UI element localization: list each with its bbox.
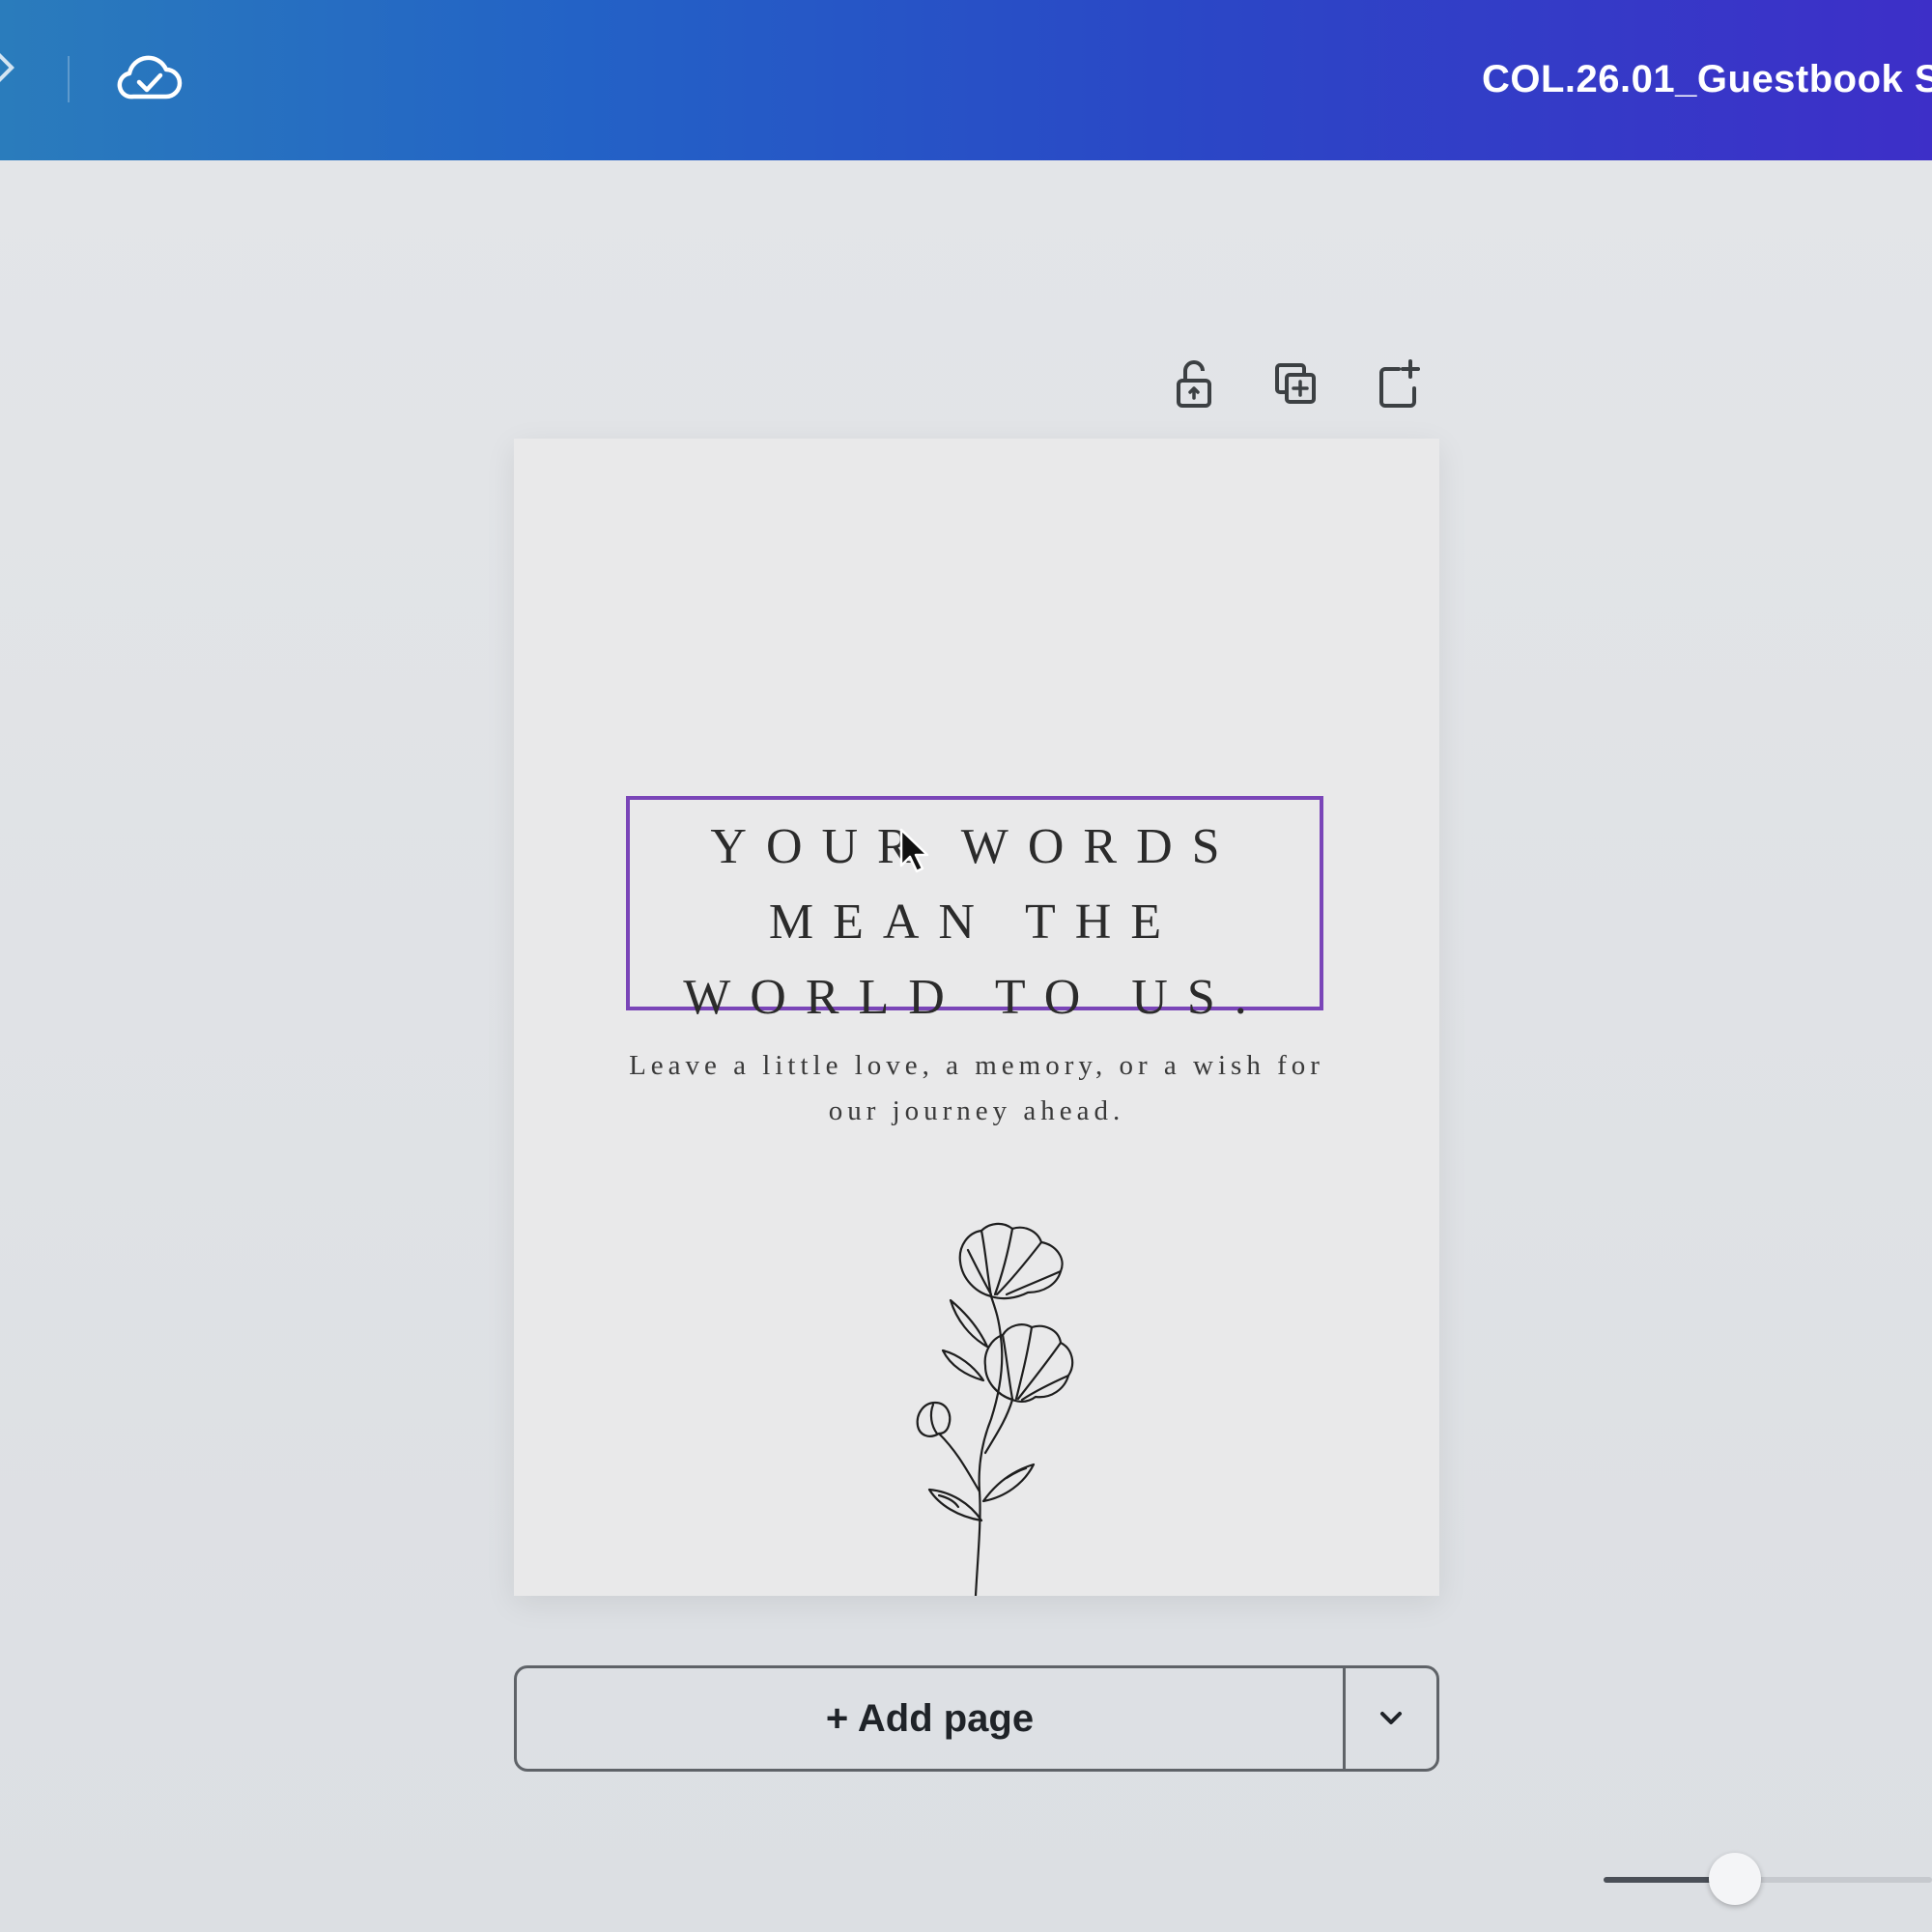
flower-illustration[interactable] <box>862 1211 1094 1596</box>
back-chevron-icon[interactable] <box>0 51 14 84</box>
design-page[interactable]: YOUR WORDS MEAN THE WORLD TO US. Leave a… <box>514 439 1439 1596</box>
selected-text-box[interactable]: YOUR WORDS MEAN THE WORLD TO US. <box>626 796 1323 1025</box>
duplicate-page-icon[interactable] <box>1265 354 1327 415</box>
document-title[interactable]: COL.26.01_Guestbook S <box>1482 58 1932 101</box>
add-page-control: + Add page <box>514 1665 1439 1772</box>
page-heading[interactable]: YOUR WORDS MEAN THE WORLD TO US. <box>630 810 1320 1036</box>
chevron-down-icon <box>1380 1712 1402 1724</box>
add-page-dropdown-button[interactable] <box>1346 1668 1436 1769</box>
mouse-cursor-icon <box>899 828 929 873</box>
add-page-button[interactable]: + Add page <box>517 1668 1343 1769</box>
page-subtext[interactable]: Leave a little love, a memory, or a wish… <box>611 1043 1343 1134</box>
add-page-icon[interactable] <box>1368 354 1430 415</box>
zoom-slider-thumb[interactable] <box>1709 1853 1761 1905</box>
editor-header: COL.26.01_Guestbook S <box>0 0 1932 160</box>
cloud-check-icon[interactable] <box>116 48 184 106</box>
unlock-icon[interactable] <box>1163 354 1225 415</box>
header-divider <box>68 56 70 102</box>
